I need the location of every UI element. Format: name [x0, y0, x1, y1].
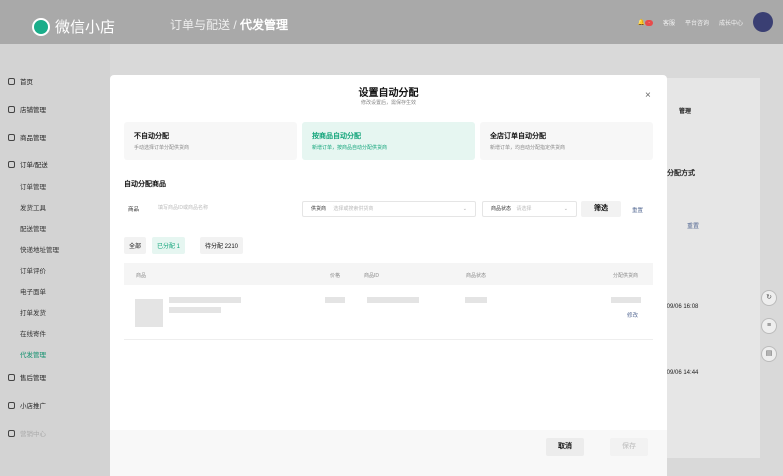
- breadcrumb-current: 代发管理: [240, 18, 289, 32]
- chevron-down-icon: ⌄: [563, 206, 568, 212]
- tab-unassigned[interactable]: 待分配 2210: [200, 237, 244, 254]
- status-select[interactable]: 商品状态 请选择 ⌄: [482, 201, 577, 217]
- order-icon: [8, 160, 15, 168]
- bell-icon[interactable]: 🔔 ·: [638, 19, 653, 26]
- sidebar-item-ship-tools[interactable]: 发货工具: [20, 202, 46, 212]
- header-actions: 🔔 · 客服 平台咨询 成长中心: [638, 18, 743, 27]
- filter-button[interactable]: 筛选: [581, 201, 621, 217]
- option-title: 全店订单自动分配: [490, 133, 546, 140]
- auto-assign-modal: 设置自动分配 修改设置后，需保存生效 × 不自动分配 手动选择订单分配供货商 按…: [110, 75, 667, 476]
- refresh-icon[interactable]: ↻: [761, 290, 777, 306]
- edit-link[interactable]: 修改: [627, 311, 638, 319]
- col-product-id: 商品ID: [364, 273, 380, 279]
- sidebar-item-products[interactable]: 商品管理: [8, 132, 46, 142]
- breadcrumb-parent: 订单与配送 /: [170, 18, 237, 32]
- tab-all[interactable]: 全部: [124, 237, 147, 254]
- bg-reset: 重置: [687, 224, 700, 230]
- bg-time-1: /09/06 16:08: [665, 304, 699, 310]
- sidebar: 首页 店铺管理 商品管理 订单/配送 订单管理 发货工具 配送管理 快递地址管理…: [0, 44, 110, 476]
- header-service[interactable]: 客服: [663, 18, 675, 27]
- product-id-placeholder: [367, 297, 419, 303]
- supplier-select[interactable]: 供货商 选择或搜索供货商 ⌄: [302, 201, 476, 217]
- store-icon: [8, 105, 15, 113]
- tab-assigned[interactable]: 已分配 1: [152, 237, 186, 254]
- sidebar-item-orders[interactable]: 订单/配送: [8, 159, 48, 169]
- app-name: 微信小店: [55, 19, 116, 36]
- reset-button[interactable]: 重置: [632, 206, 643, 214]
- bag-icon: [8, 133, 15, 141]
- col-status: 商品状态: [466, 273, 487, 279]
- header-platform[interactable]: 平台咨询: [685, 18, 709, 27]
- col-price: 价格: [330, 273, 341, 279]
- sidebar-item-online-send[interactable]: 在线寄件: [20, 328, 46, 338]
- status-placeholder: [465, 297, 487, 303]
- sidebar-item-reviews[interactable]: 订单评价: [20, 265, 46, 275]
- option-whole-store[interactable]: 全店订单自动分配 新增订单，均自动分配指定供货商: [480, 122, 653, 160]
- option-title: 不自动分配: [134, 133, 169, 140]
- product-name-placeholder: [169, 297, 241, 303]
- sidebar-item-marketing[interactable]: 营销中心: [8, 428, 46, 438]
- modal-title: 设置自动分配: [358, 88, 419, 99]
- table-header: [124, 263, 653, 285]
- row-divider: [124, 339, 653, 340]
- modal-subtitle: 修改设置后，需保存生效: [360, 100, 416, 106]
- background-right-panel: 管理 分配方式 重置 /09/06 16:08 /09/06 14:44: [665, 78, 760, 458]
- option-title: 按商品自动分配: [312, 133, 361, 140]
- sidebar-item-dropship[interactable]: 代发管理: [20, 349, 46, 359]
- section-title: 自动分配商品: [124, 181, 166, 188]
- supplier-label: 供货商: [311, 206, 327, 212]
- sidebar-item-store[interactable]: 店铺管理: [8, 104, 46, 114]
- chevron-down-icon: ⌄: [462, 206, 467, 212]
- chat-icon[interactable]: ≡: [761, 318, 777, 334]
- sidebar-item-order-manage[interactable]: 订单管理: [20, 181, 46, 191]
- sidebar-item-home[interactable]: 首页: [8, 76, 33, 86]
- status-label: 商品状态: [491, 206, 512, 212]
- supplier-placeholder: 选择或搜索供货商: [333, 206, 374, 212]
- sidebar-item-print-ship[interactable]: 打单发货: [20, 307, 46, 317]
- option-desc: 新增订单，按商品自动分配供货商: [312, 145, 388, 151]
- header-growth[interactable]: 成长中心: [719, 18, 743, 27]
- product-meta-placeholder: [169, 307, 221, 313]
- product-search-input[interactable]: 填写商品ID或商品名称: [150, 201, 290, 217]
- option-desc: 新增订单，均自动分配指定供货商: [490, 145, 566, 151]
- price-placeholder: [325, 297, 345, 303]
- table-row: 修改: [124, 289, 653, 339]
- sidebar-item-aftersales[interactable]: 售后管理: [8, 372, 46, 382]
- sidebar-item-waybill[interactable]: 电子面单: [20, 286, 46, 296]
- wechat-shop-logo-icon: [32, 17, 50, 36]
- product-filter-label: 商品: [128, 207, 140, 213]
- col-product: 商品: [136, 273, 147, 279]
- brand[interactable]: 微信小店: [32, 16, 115, 37]
- chart-icon: [8, 401, 15, 409]
- supplier-placeholder: [611, 297, 641, 303]
- option-by-product[interactable]: 按商品自动分配 新增订单，按商品自动分配供货商: [302, 122, 475, 160]
- gift-icon: [8, 429, 15, 437]
- option-desc: 手动选择订单分配供货商: [134, 145, 190, 151]
- clipboard-icon[interactable]: ▤: [761, 346, 777, 362]
- close-icon[interactable]: ×: [645, 90, 651, 101]
- col-supplier: 分配供货商: [613, 273, 639, 279]
- bg-time-2: /09/06 14:44: [665, 370, 699, 376]
- sidebar-item-delivery[interactable]: 配送管理: [20, 223, 46, 233]
- avatar[interactable]: [753, 12, 773, 32]
- sidebar-item-promotion[interactable]: 小店推广: [8, 400, 46, 410]
- home-icon: [8, 77, 15, 85]
- breadcrumb: 订单与配送 / 代发管理: [170, 16, 288, 33]
- save-button[interactable]: 保存: [610, 438, 648, 456]
- cancel-button[interactable]: 取消: [546, 438, 584, 456]
- service-icon: [8, 373, 15, 381]
- bg-distribution-mode: 分配方式: [667, 170, 695, 177]
- bg-manage: 管理: [679, 109, 692, 115]
- option-no-auto[interactable]: 不自动分配 手动选择订单分配供货商: [124, 122, 297, 160]
- product-thumbnail: [135, 299, 163, 327]
- status-placeholder: 请选择: [516, 206, 532, 212]
- sidebar-item-express-address[interactable]: 快递地址管理: [20, 244, 59, 254]
